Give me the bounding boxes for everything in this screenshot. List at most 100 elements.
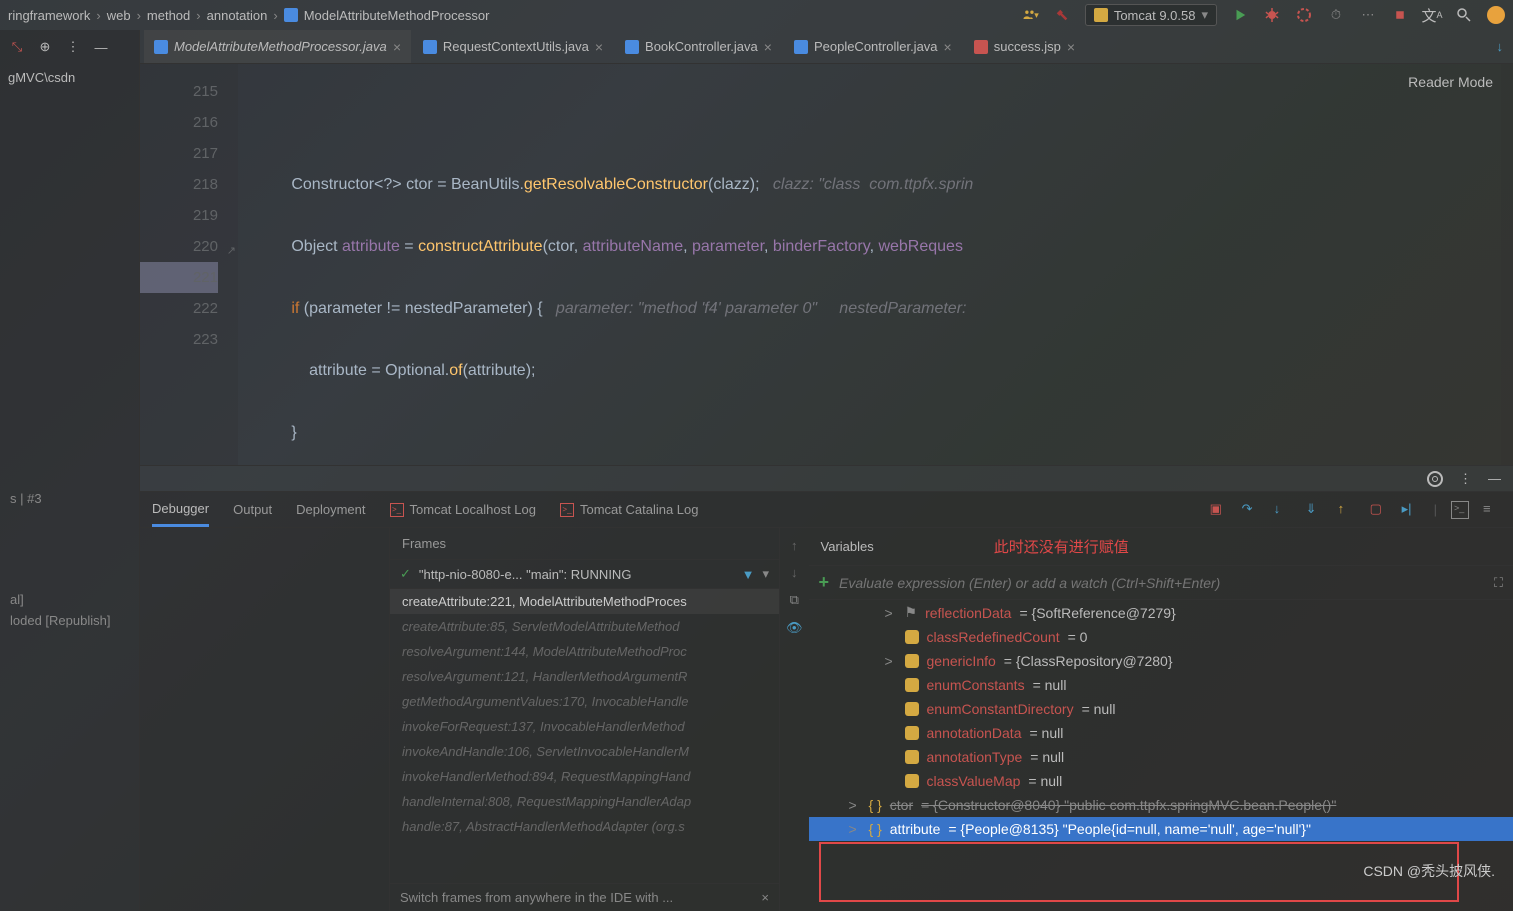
tab-model-attribute[interactable]: ModelAttributeMethodProcessor.java× bbox=[144, 30, 411, 64]
variable-row[interactable]: >⚑reflectionData = {SoftReference@7279} bbox=[809, 600, 1513, 625]
breadcrumb-class[interactable]: ModelAttributeMethodProcessor bbox=[304, 8, 490, 23]
evaluate-icon[interactable]: >_ bbox=[1451, 501, 1469, 519]
variables-column: Variables 此时还没有进行赋值 + ⛶ >⚑reflectionData… bbox=[809, 528, 1513, 911]
frames-header: Frames bbox=[390, 528, 779, 560]
debug-panel: Debugger Output Deployment >_Tomcat Loca… bbox=[140, 491, 1513, 911]
trace-icon[interactable]: ≡ bbox=[1483, 501, 1501, 519]
coverage-icon[interactable] bbox=[1295, 6, 1313, 24]
variable-row[interactable]: classValueMap = null bbox=[809, 769, 1513, 793]
java-icon bbox=[625, 40, 639, 54]
close-icon[interactable]: × bbox=[393, 39, 401, 55]
frame-row[interactable]: handleInternal:808, RequestMappingHandle… bbox=[390, 789, 779, 814]
jsp-icon bbox=[974, 40, 988, 54]
frame-row[interactable]: invokeForRequest:137, InvocableHandlerMe… bbox=[390, 714, 779, 739]
frame-row[interactable]: createAttribute:85, ServletModelAttribut… bbox=[390, 614, 779, 639]
log-icon: >_ bbox=[560, 503, 574, 517]
thread-selector[interactable]: ✓ "http-nio-8080-e... "main": RUNNING ▼ … bbox=[390, 560, 779, 589]
output-tab[interactable]: Output bbox=[233, 494, 272, 525]
filter-icon[interactable]: ▼ bbox=[742, 567, 755, 582]
watermark: CSDN @秃头披风侠. bbox=[1363, 861, 1495, 881]
step-into-icon[interactable]: ↓ bbox=[1274, 501, 1292, 519]
more-icon[interactable]: ⋮ bbox=[1459, 471, 1472, 487]
check-icon: ✓ bbox=[400, 566, 411, 582]
close-icon[interactable]: × bbox=[761, 890, 769, 905]
language-icon[interactable]: 文A bbox=[1423, 6, 1441, 24]
copy-icon[interactable]: ⧉ bbox=[790, 592, 799, 608]
more-icon[interactable]: ⋮ bbox=[64, 38, 82, 56]
variable-row[interactable]: enumConstants = null bbox=[809, 673, 1513, 697]
class-icon bbox=[284, 8, 298, 22]
tab-people-controller[interactable]: PeopleController.java× bbox=[784, 30, 962, 64]
frames-hint: Switch frames from anywhere in the IDE w… bbox=[390, 883, 779, 911]
watch-icon[interactable]: 👁 bbox=[786, 620, 803, 636]
down-icon[interactable]: ↓ bbox=[791, 565, 798, 580]
hide-icon[interactable]: — bbox=[1488, 471, 1501, 486]
variable-row[interactable]: >genericInfo = {ClassRepository@7280} bbox=[809, 649, 1513, 673]
debugger-tab[interactable]: Debugger bbox=[152, 493, 209, 527]
stop-icon[interactable] bbox=[1391, 6, 1409, 24]
services-panel-fragment: s | #3 al] loded [Republish] bbox=[4, 488, 116, 631]
tab-success-jsp[interactable]: success.jsp× bbox=[964, 30, 1085, 64]
close-icon[interactable]: × bbox=[944, 39, 952, 55]
run-config-selector[interactable]: Tomcat 9.0.58 ▾ bbox=[1085, 4, 1217, 26]
close-icon[interactable]: × bbox=[595, 39, 603, 55]
force-step-into-icon[interactable]: ⇓ bbox=[1306, 501, 1324, 519]
tomcat-catalina-tab[interactable]: >_Tomcat Catalina Log bbox=[560, 494, 699, 525]
tab-book-controller[interactable]: BookController.java× bbox=[615, 30, 782, 64]
tomcat-local-tab[interactable]: >_Tomcat Localhost Log bbox=[390, 494, 536, 525]
frame-row[interactable]: resolveArgument:144, ModelAttributeMetho… bbox=[390, 639, 779, 664]
add-watch-icon[interactable]: + bbox=[819, 572, 830, 593]
tab-scroll-icon[interactable]: ↓ bbox=[1487, 39, 1513, 54]
project-path[interactable]: gMVC\csdn bbox=[0, 64, 139, 91]
code-editor[interactable]: Reader Mode 215 216 217 218 219 220 221 … bbox=[140, 64, 1513, 465]
close-icon[interactable]: × bbox=[1067, 39, 1075, 55]
frame-row[interactable]: invokeAndHandle:106, ServletInvocableHan… bbox=[390, 739, 779, 764]
run-to-cursor-icon[interactable]: ▸| bbox=[1402, 501, 1420, 519]
attach-icon[interactable]: ⋯ bbox=[1359, 6, 1377, 24]
step-out-icon[interactable]: ↑ bbox=[1338, 501, 1356, 519]
line-gutter: 215 216 217 218 219 220 221 222 223 ↗ bbox=[140, 64, 238, 465]
close-icon[interactable]: × bbox=[764, 39, 772, 55]
build-icon[interactable] bbox=[1053, 6, 1071, 24]
show-exec-point-icon[interactable]: ▣ bbox=[1210, 501, 1228, 519]
breadcrumb-item[interactable]: web bbox=[107, 8, 131, 23]
profiler-icon[interactable]: ⏱ bbox=[1327, 6, 1345, 24]
drop-frame-icon[interactable]: ▢ bbox=[1370, 501, 1388, 519]
search-icon[interactable] bbox=[1455, 6, 1473, 24]
breadcrumb: ringframework› web› method› annotation› … bbox=[8, 8, 489, 23]
variable-row[interactable]: annotationType = null bbox=[809, 745, 1513, 769]
minimap[interactable] bbox=[1501, 64, 1513, 465]
debug-icon[interactable] bbox=[1263, 6, 1281, 24]
frame-row[interactable]: resolveArgument:121, HandlerMethodArgume… bbox=[390, 664, 779, 689]
frame-row[interactable]: invokeHandlerMethod:894, RequestMappingH… bbox=[390, 764, 779, 789]
variable-row[interactable]: classRedefinedCount = 0 bbox=[809, 625, 1513, 649]
variable-row[interactable]: >{ }attribute = {People@8135} "People{id… bbox=[809, 817, 1513, 841]
chevron-down-icon[interactable]: ▾ bbox=[762, 566, 769, 582]
variable-row[interactable]: enumConstantDirectory = null bbox=[809, 697, 1513, 721]
run-icon[interactable] bbox=[1231, 6, 1249, 24]
select-opened-icon[interactable]: ⊕ bbox=[36, 38, 54, 56]
up-icon[interactable]: ↑ bbox=[791, 538, 798, 553]
evaluate-input[interactable] bbox=[839, 575, 1484, 591]
variable-row[interactable]: annotationData = null bbox=[809, 721, 1513, 745]
step-over-icon[interactable]: ↷ bbox=[1242, 501, 1260, 519]
code-with-me-icon[interactable]: ▾ bbox=[1021, 6, 1039, 24]
code-content[interactable]: Constructor<?> ctor = BeanUtils.getResol… bbox=[238, 64, 1513, 465]
frames-list[interactable]: createAttribute:221, ModelAttributeMetho… bbox=[390, 589, 779, 883]
avatar-icon[interactable] bbox=[1487, 6, 1505, 24]
reader-mode-label[interactable]: Reader Mode bbox=[1408, 74, 1493, 90]
tab-request-context[interactable]: RequestContextUtils.java× bbox=[413, 30, 613, 64]
breadcrumb-item[interactable]: annotation bbox=[207, 8, 268, 23]
project-pane: ⤡ ⊕ ⋮ — gMVC\csdn bbox=[0, 30, 140, 911]
deployment-tab[interactable]: Deployment bbox=[296, 494, 365, 525]
frame-row[interactable]: createAttribute:221, ModelAttributeMetho… bbox=[390, 589, 779, 614]
breadcrumb-item[interactable]: ringframework bbox=[8, 8, 90, 23]
variable-row[interactable]: >{ }ctor = {Constructor@8040} "public co… bbox=[809, 793, 1513, 817]
frame-row[interactable]: handle:87, AbstractHandlerMethodAdapter … bbox=[390, 814, 779, 839]
hide-icon[interactable]: — bbox=[92, 38, 110, 56]
collapse-icon[interactable]: ⤡ bbox=[8, 38, 26, 56]
target-icon[interactable] bbox=[1427, 471, 1443, 487]
frame-row[interactable]: getMethodArgumentValues:170, InvocableHa… bbox=[390, 689, 779, 714]
breadcrumb-item[interactable]: method bbox=[147, 8, 190, 23]
expand-icon[interactable]: ⛶ bbox=[1494, 575, 1503, 591]
